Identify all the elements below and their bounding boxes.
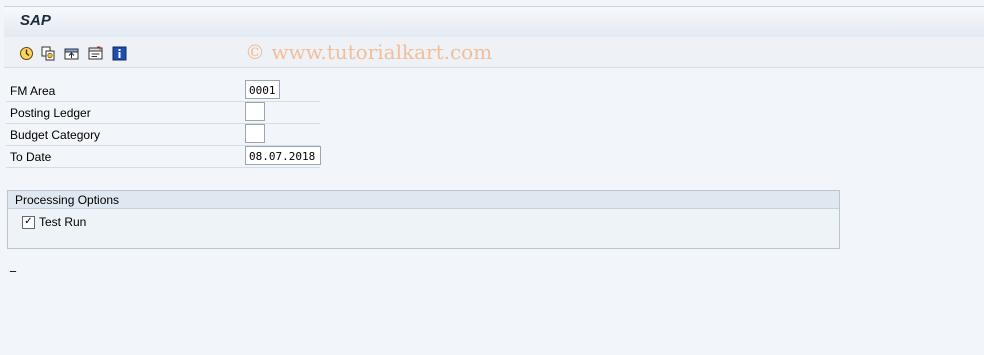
- budget-category-label: Budget Category: [10, 128, 101, 142]
- group-header: Processing Options: [8, 191, 839, 209]
- to-date-row: To Date 08.07.2018: [6, 146, 321, 168]
- watermark: © www.tutorialkart.com: [245, 40, 493, 64]
- test-run-option[interactable]: ✓ Test Run: [22, 215, 86, 229]
- window-title: SAP: [20, 12, 51, 29]
- to-date-label: To Date: [10, 150, 52, 164]
- posting-ledger-input[interactable]: [245, 102, 265, 121]
- budget-category-row: Budget Category: [6, 124, 320, 146]
- save-variant-icon[interactable]: [87, 45, 103, 61]
- fm-area-label: FM Area: [10, 84, 56, 98]
- group-title: Processing Options: [15, 193, 120, 207]
- test-run-checkbox[interactable]: ✓: [22, 215, 35, 229]
- budget-category-input[interactable]: [245, 124, 265, 143]
- fm-area-input[interactable]: 0001: [245, 80, 280, 99]
- application-toolbar: [4, 37, 984, 68]
- execute-icon[interactable]: [18, 45, 34, 61]
- copy-variant-icon[interactable]: [40, 45, 56, 61]
- title-bar: SAP: [4, 6, 984, 37]
- test-run-label: Test Run: [39, 215, 87, 229]
- posting-ledger-label: Posting Ledger: [10, 106, 91, 120]
- fm-area-row: FM Area 0001: [6, 80, 320, 102]
- get-variant-icon[interactable]: [63, 45, 79, 61]
- to-date-input[interactable]: 08.07.2018: [245, 146, 321, 165]
- posting-ledger-row: Posting Ledger: [6, 102, 320, 124]
- info-icon[interactable]: [111, 45, 127, 61]
- processing-options-group: Processing Options ✓ Test Run: [7, 190, 840, 249]
- status-line: _: [10, 258, 16, 272]
